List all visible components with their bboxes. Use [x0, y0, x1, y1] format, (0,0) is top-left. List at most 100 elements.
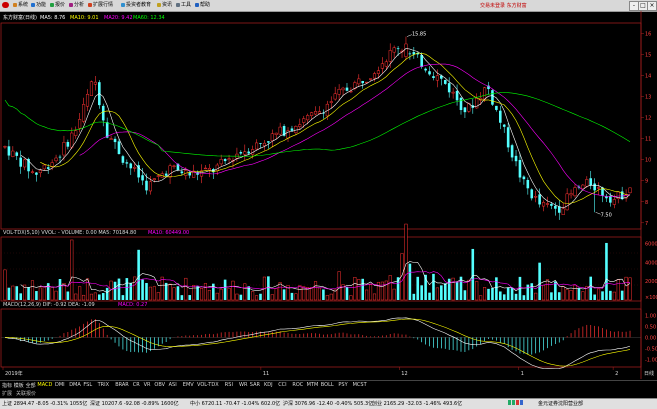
menu-item[interactable]: 分析 [69, 2, 84, 9]
volume-bar [499, 291, 502, 300]
menu-item[interactable]: 资讯 [157, 2, 172, 9]
indicator-tab-dmi[interactable]: DMI [55, 382, 65, 388]
volume-bar [628, 277, 632, 301]
candle-body [514, 155, 518, 162]
volume-bar [259, 293, 262, 300]
indicator-tab-mcst[interactable]: MCST [353, 382, 367, 388]
volume-bar [298, 285, 302, 301]
indicator-tab-obv[interactable]: OBV [154, 382, 165, 388]
volume-bar [569, 290, 573, 301]
moving-averages [4, 48, 631, 209]
candle-body [428, 71, 431, 75]
candle-body [392, 47, 396, 53]
macd-axis: 1.00 0.50 0.00 -0.50 -1.00 [645, 313, 657, 363]
candle-body [628, 187, 632, 194]
indicator-tab-fsl[interactable]: FSL [83, 382, 92, 388]
volume-bar [510, 287, 514, 300]
indicator-tab-asi[interactable]: ASI [169, 382, 177, 388]
menu-item[interactable]: 系统 [13, 2, 28, 9]
indicator-tab-psy[interactable]: PSY [338, 382, 347, 388]
candle-body [372, 73, 377, 79]
indicator-tab-macd[interactable]: MACD [37, 382, 52, 388]
candle-body [369, 78, 373, 80]
candle-body [19, 157, 22, 167]
candle-body [499, 110, 502, 123]
candle-body [317, 111, 322, 114]
volume-bar [121, 295, 125, 300]
menu-item[interactable]: 功能 [31, 2, 46, 9]
candle-body [380, 63, 384, 69]
candle-body [259, 142, 262, 144]
candle-body [180, 171, 184, 174]
volume-bar [440, 285, 443, 300]
volume-bar [530, 283, 534, 300]
volume-bar [443, 283, 447, 300]
candle-body [109, 138, 113, 140]
candle-body [585, 179, 589, 187]
vol-tick-label: 400000 [645, 260, 657, 266]
volume-bar [365, 289, 369, 301]
indicator-tab-emv[interactable]: EMV [183, 382, 194, 388]
volume-bar [432, 273, 435, 300]
indicator-tab-模板[interactable]: 模板 [14, 382, 24, 389]
indicator-tab-vr[interactable]: VR [144, 382, 151, 388]
indicator-tab-cci[interactable]: CCI [278, 382, 286, 388]
menu-item[interactable]: 投资者教育 [121, 2, 151, 9]
volume-bar [184, 277, 188, 301]
indicator-tab-roc[interactable]: ROC [292, 382, 303, 388]
grid-lines [1, 252, 641, 286]
indicator-tab-rsi[interactable]: RSI [225, 382, 233, 388]
kline-chart[interactable]: 东方财富(日线) MA5: 8.76 MA10: 9.01 MA20: 9.42… [0, 11, 657, 379]
status-index-sme[interactable]: 中小 6720.11 -70.47 -1.04% 602.0亿 [190, 400, 280, 408]
indicator-tab-mtm[interactable]: MTM [307, 382, 319, 388]
menu-item[interactable]: 工具 [176, 2, 191, 9]
status-index-sz[interactable]: 深证 10207.6 -92.08 -0.89% 1600亿 [90, 400, 179, 408]
volume-bar [550, 292, 553, 300]
candle-body [557, 206, 561, 213]
vol-ma10: MA10: 60449.00 [148, 230, 189, 236]
subtab-related[interactable]: 关联报价 [16, 390, 36, 397]
indicator-tab-brar[interactable]: BRAR [115, 382, 129, 388]
price-tick-label: 8 [645, 200, 648, 206]
status-index-cy[interactable]: 创业 2165.29 -32.03 -1.46% 493.6亿 [372, 400, 462, 408]
indicator-tab-指标[interactable]: 指标 [2, 382, 12, 389]
volume-bar [416, 276, 420, 300]
indicator-tab-kdj[interactable]: KDJ [264, 382, 273, 388]
volume-bar [322, 289, 325, 300]
volume-bar [475, 281, 479, 301]
candle-body [506, 127, 510, 148]
volume-bar [557, 292, 561, 300]
macd-title: MACD(12,26,9) DIF: -0.92 DEA: -1.09 [3, 302, 95, 308]
subtab-extend[interactable]: 扩展 [2, 390, 12, 397]
status-index-hs[interactable]: 沪深 3076.96 -12.40 -0.40% 505.3亿 [283, 400, 373, 408]
indicator-tab-vol-tdx[interactable]: VOL-TDX [197, 382, 219, 388]
menu-item[interactable]: 帮助 [195, 2, 210, 9]
volume-bar [66, 291, 70, 300]
indicator-tab-boll[interactable]: BOLL [321, 382, 334, 388]
connection-server[interactable]: 金元证券沈阳营业部 [538, 400, 583, 408]
brand-text[interactable]: 交易未登录 东方财富 [480, 2, 527, 9]
menu-item[interactable]: 报价 [50, 2, 65, 9]
indicator-tab-cr[interactable]: CR [133, 382, 140, 388]
candle-body [203, 167, 208, 170]
volume-bar [325, 295, 329, 301]
volume-bar [58, 279, 62, 300]
volume-bar [345, 286, 349, 300]
indicator-tab-全部[interactable]: 全部 [26, 382, 36, 389]
indicator-tab-trix[interactable]: TRIX [98, 382, 109, 388]
indicator-tab-wr[interactable]: WR [239, 382, 247, 388]
close-button[interactable]: × [647, 1, 657, 11]
volume-bar [3, 269, 7, 301]
price-axis: 16 15 14 13 12 11 10 9 8 7 [641, 31, 651, 227]
candle-body [530, 189, 534, 199]
indicator-tab-sar[interactable]: SAR [250, 382, 260, 388]
candle-body [168, 165, 172, 178]
candle-body [550, 203, 553, 206]
indicator-tab-dma[interactable]: DMA [69, 382, 81, 388]
menu-item[interactable]: 扩展行情 [88, 2, 113, 9]
candle-body [313, 111, 318, 115]
candle-body [357, 78, 361, 85]
candle-body [117, 141, 121, 155]
status-index-sh[interactable]: 上证 2894.47 -8.05 -0.31% 1055亿 [2, 400, 87, 408]
vol-unit-label: ×100 [645, 295, 657, 301]
